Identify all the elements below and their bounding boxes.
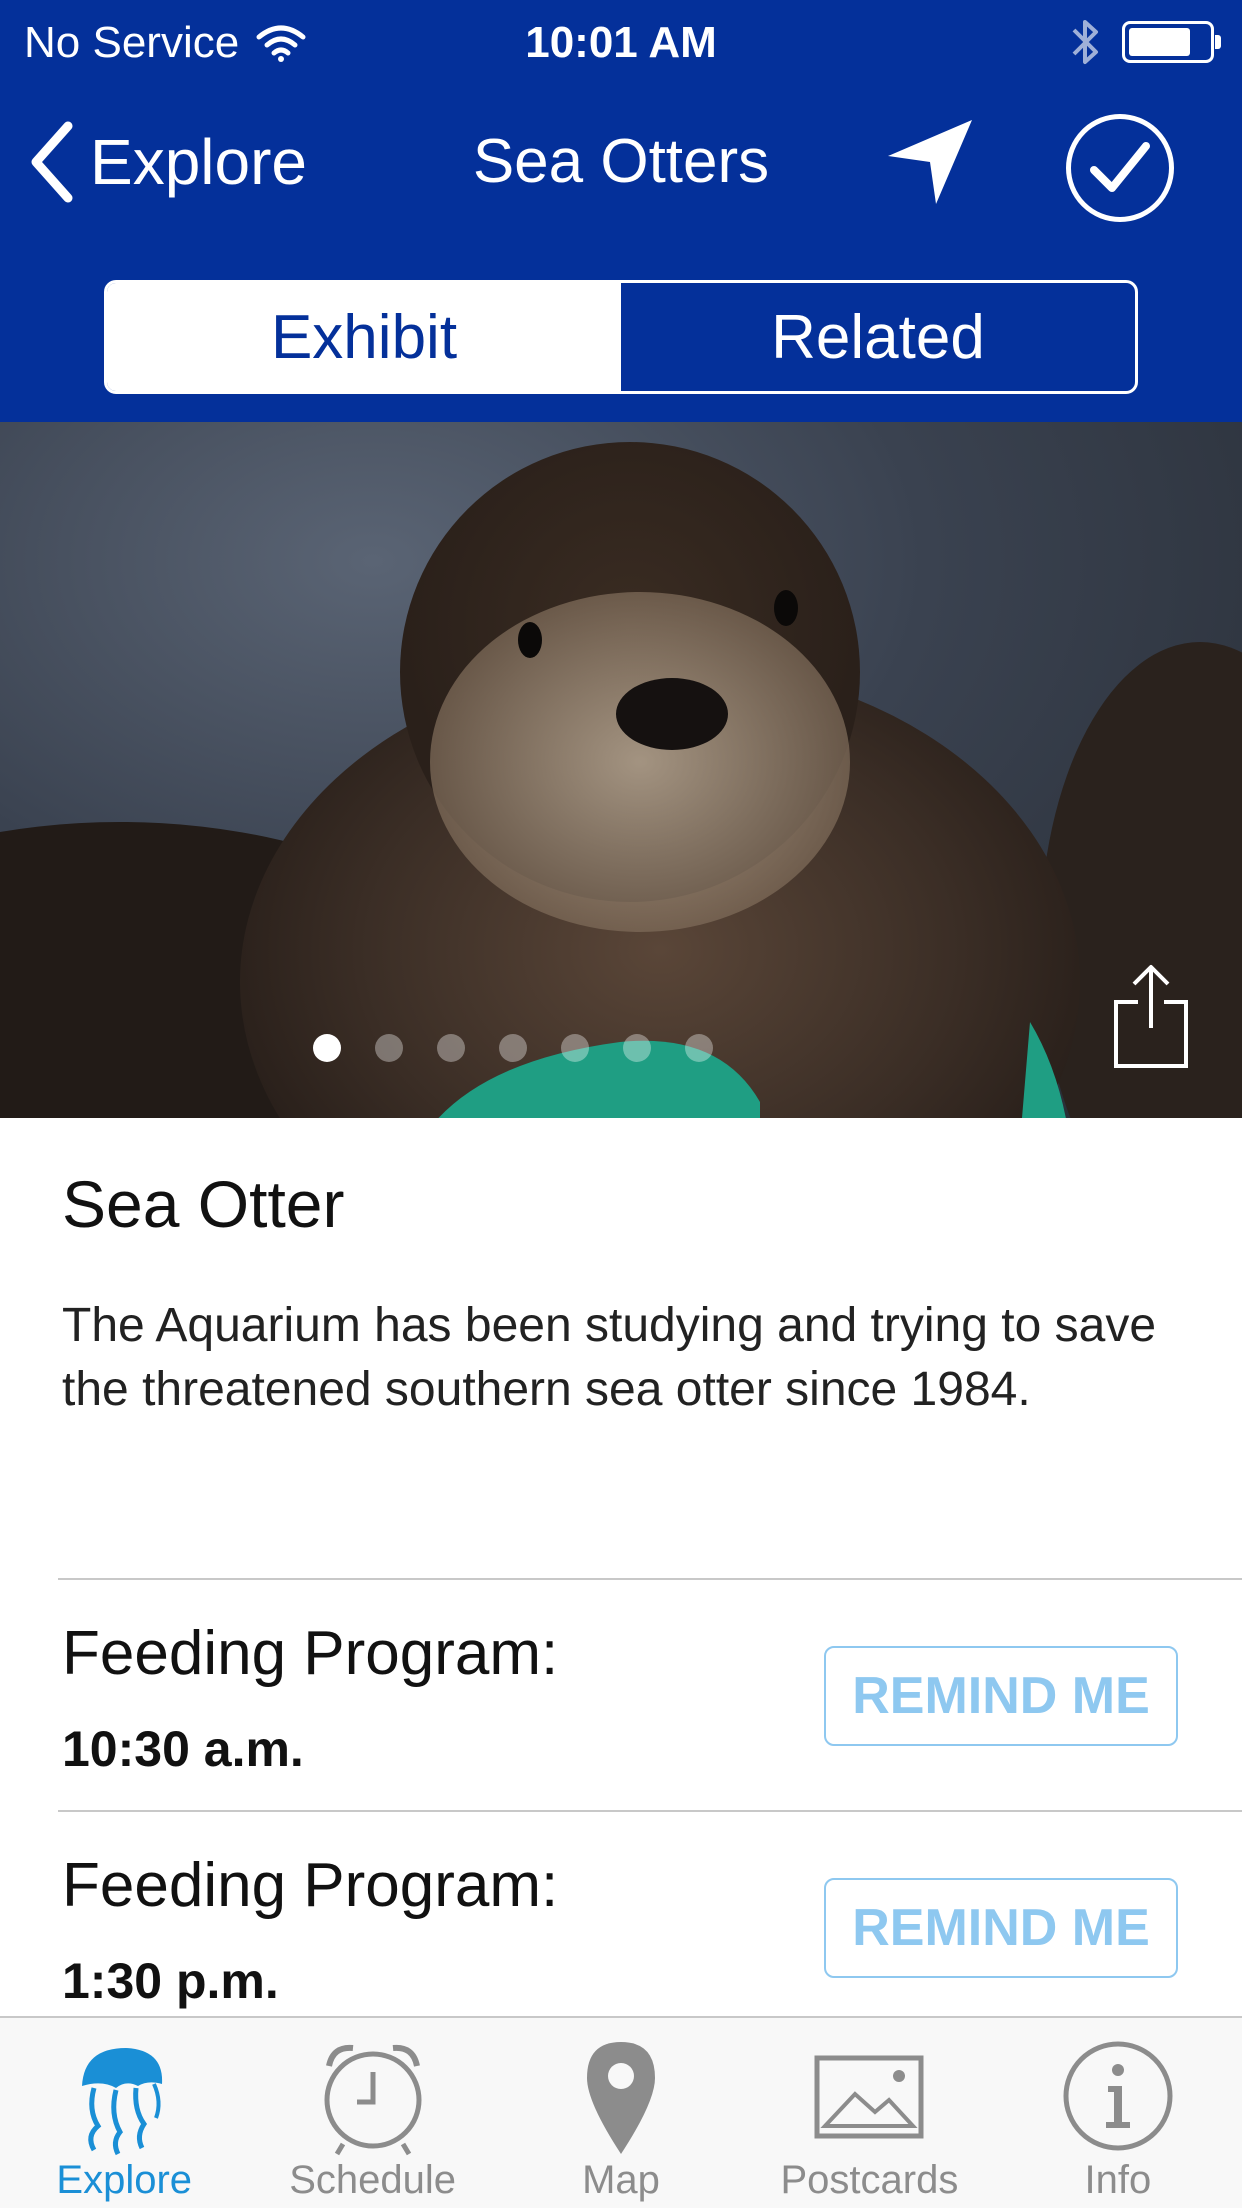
navigation-bar: Explore Sea Otters — [0, 100, 1242, 230]
tab-label: Explore — [56, 2158, 193, 2202]
tab-map[interactable]: Map — [497, 2018, 745, 2208]
map-pin-icon — [587, 2042, 656, 2154]
tab-label: Map — [582, 2158, 660, 2202]
status-bar: No Service 10:01 AM — [0, 0, 1242, 84]
tab-label: Postcards — [780, 2158, 959, 2202]
header: No Service 10:01 AM Explore Sea Otters E… — [0, 0, 1242, 422]
checkin-button[interactable] — [1066, 114, 1174, 222]
tab-explore[interactable]: Explore — [0, 2018, 248, 2208]
page-dot[interactable] — [623, 1034, 651, 1062]
program-time: 10:30 a.m. — [62, 1721, 304, 1777]
location-arrow-icon[interactable] — [880, 112, 980, 212]
tab-bar: Explore Schedule Map Postcards Info — [0, 2016, 1242, 2208]
postcard-image-icon — [814, 2055, 924, 2139]
page-dot[interactable] — [375, 1034, 403, 1062]
photo-gallery[interactable] — [0, 422, 1242, 1118]
page-title: Sea Otters — [472, 127, 770, 196]
sea-otter-photo — [0, 442, 1242, 1118]
bluetooth-icon — [1072, 20, 1098, 64]
tab-label: Info — [1084, 2158, 1152, 2202]
page-dot[interactable] — [561, 1034, 589, 1062]
program-label: Feeding Program: — [62, 1851, 559, 1920]
remind-me-button[interactable]: REMIND ME — [824, 1646, 1178, 1746]
divider — [58, 1810, 1242, 1812]
remind-me-button[interactable]: REMIND ME — [824, 1878, 1178, 1978]
program-time: 1:30 p.m. — [62, 1953, 279, 2009]
exhibit-description: The Aquarium has been studying and tryin… — [62, 1299, 1157, 1416]
tab-label: Schedule — [289, 2158, 456, 2202]
tab-info[interactable]: Info — [994, 2018, 1242, 2208]
page-dot[interactable] — [499, 1034, 527, 1062]
alarm-clock-icon — [324, 2044, 422, 2156]
checkmark-icon — [1090, 142, 1150, 192]
battery-icon — [1122, 21, 1221, 63]
segmented-control: Exhibit Related — [104, 280, 1138, 394]
clock: 10:01 AM — [525, 18, 717, 67]
info-icon — [1063, 2041, 1173, 2151]
program-label: Feeding Program: — [62, 1619, 559, 1688]
segment-related[interactable]: Related — [621, 283, 1135, 391]
page-indicator[interactable] — [0, 1034, 1134, 1062]
status-right — [1068, 16, 1221, 68]
divider — [58, 1578, 1242, 1580]
page-dot[interactable] — [313, 1034, 341, 1062]
jellyfish-icon — [82, 2048, 163, 2156]
tab-postcards[interactable]: Postcards — [745, 2018, 993, 2208]
share-icon[interactable] — [1110, 962, 1192, 1072]
page-dot[interactable] — [685, 1034, 713, 1062]
page-dot[interactable] — [437, 1034, 465, 1062]
exhibit-title: Sea Otter — [62, 1167, 345, 1241]
tab-schedule[interactable]: Schedule — [248, 2018, 496, 2208]
segment-exhibit[interactable]: Exhibit — [107, 283, 621, 391]
